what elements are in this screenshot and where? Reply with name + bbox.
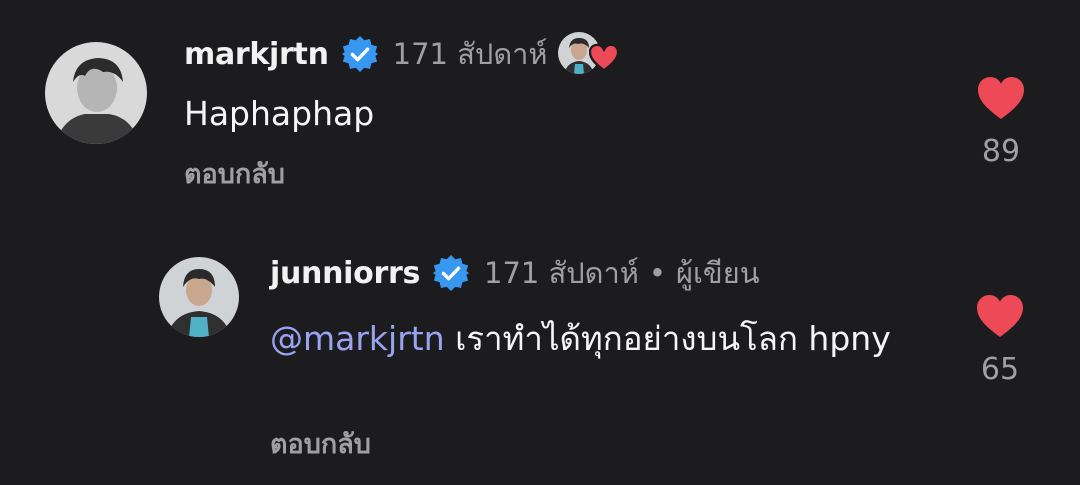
comment-timestamp: 171 สัปดาห์ (392, 37, 548, 71)
mention-link[interactable]: @markjrtn (270, 319, 445, 358)
comment-body: เราทำได้ทุกอย่างบนโลก hpny (444, 319, 891, 358)
author-liked-indicator (557, 32, 619, 76)
reply-button[interactable]: ตอบกลับ (270, 422, 371, 465)
like-control: 65 (960, 294, 1040, 387)
comment-body: Haphaphap (184, 94, 375, 133)
comment-header: markjrtn 171 สัปดาห์ (184, 31, 619, 77)
username[interactable]: junniorrs (270, 256, 420, 291)
avatar[interactable] (159, 257, 239, 337)
reply-comment-item: junniorrs 171 สัปดาห์ • ผู้เขียน @markjr… (0, 230, 1080, 485)
heart-icon (588, 43, 619, 73)
comment-text: Haphaphap (184, 92, 374, 136)
like-control: 89 (961, 76, 1041, 169)
heart-icon[interactable] (961, 76, 1041, 120)
verified-badge-icon (432, 254, 470, 292)
username[interactable]: markjrtn (184, 37, 329, 72)
comment-timestamp: 171 สัปดาห์ (484, 256, 639, 290)
comment-header: junniorrs 171 สัปดาห์ • ผู้เขียน (270, 250, 760, 296)
separator-dot: • (648, 256, 667, 290)
heart-icon[interactable] (960, 294, 1040, 338)
reply-button[interactable]: ตอบกลับ (184, 152, 285, 195)
author-label: ผู้เขียน (676, 256, 760, 290)
avatar[interactable] (45, 42, 147, 144)
like-count: 65 (980, 352, 1020, 387)
comment-item: markjrtn 171 สัปดาห์ Haphaphap ตอบกลับ 8… (0, 0, 1080, 230)
like-count: 89 (981, 134, 1021, 169)
comment-text: @markjrtn เราทำได้ทุกอย่างบนโลก hpny (270, 317, 910, 361)
verified-badge-icon (341, 35, 379, 73)
